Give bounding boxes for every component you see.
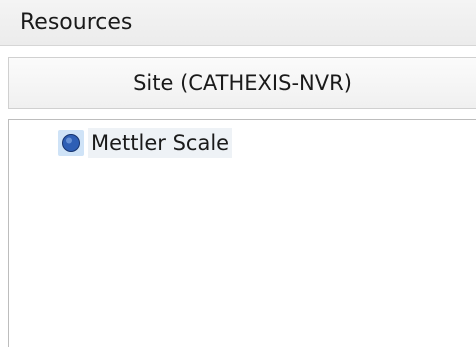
tree-item-mettler-scale[interactable]: Mettler Scale [58,128,233,158]
resource-tree: Mettler Scale [8,119,476,347]
device-icon [58,130,84,156]
resources-panel: Resources Site (CATHEXIS-NVR) Mettler Sc… [0,0,476,347]
site-selector[interactable]: Site (CATHEXIS-NVR) [8,57,476,109]
panel-title: Resources [0,0,476,46]
tree-item-label: Mettler Scale [88,128,233,158]
